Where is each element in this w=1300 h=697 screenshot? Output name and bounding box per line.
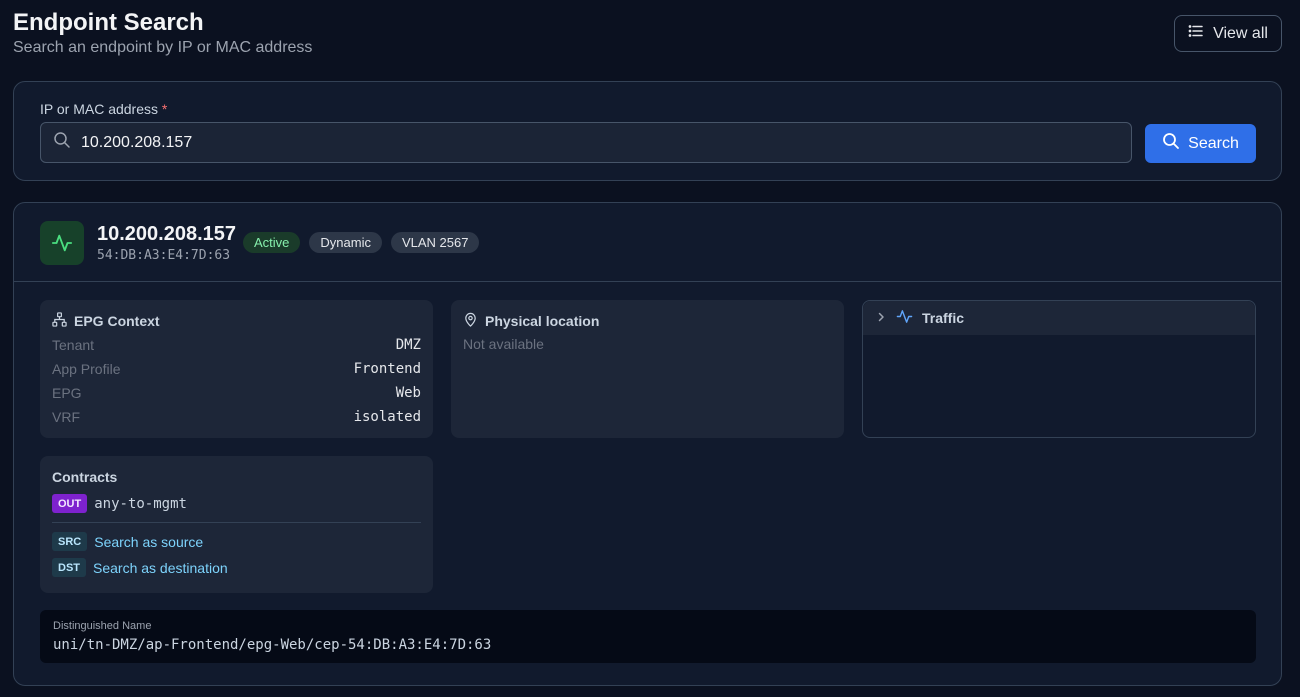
search-as-source-link[interactable]: Search as source (94, 534, 203, 550)
distinguished-name-label: Distinguished Name (53, 620, 152, 632)
traffic-title: Traffic (922, 310, 965, 326)
kv-value: isolated (353, 409, 421, 425)
physical-location-header: Physical location (463, 312, 599, 330)
vlan-badge: VLAN 2567 (390, 232, 480, 253)
traffic-toggle[interactable]: Traffic (863, 301, 1255, 335)
epg-context-panel: EPG Context Tenant DMZ App Profile Front… (40, 300, 433, 438)
physical-location-panel: Physical location Not available (451, 300, 844, 438)
page-subtitle: Search an endpoint by IP or MAC address (13, 39, 313, 56)
header-divider (14, 281, 1281, 282)
distinguished-name-box: Distinguished Name uni/tn-DMZ/ap-Fronten… (40, 610, 1256, 663)
search-icon (1162, 132, 1180, 155)
type-badge: Dynamic (309, 232, 382, 253)
endpoint-ip: 10.200.208.157 (97, 223, 237, 245)
kv-row-epg: EPG Web (52, 383, 421, 403)
kv-row-app-profile: App Profile Frontend (52, 359, 421, 379)
traffic-panel: Traffic (862, 300, 1256, 438)
contract-name: any-to-mgmt (94, 495, 187, 512)
kv-value: Web (395, 385, 421, 401)
required-mark: * (161, 101, 168, 117)
search-as-destination-link[interactable]: Search as destination (93, 560, 228, 576)
kv-row-vrf: VRF isolated (52, 407, 421, 427)
activity-icon (896, 308, 913, 328)
search-button[interactable]: Search (1145, 124, 1256, 163)
page-title: Endpoint Search (13, 9, 204, 36)
physical-location-title: Physical location (485, 313, 600, 329)
contract-divider (52, 522, 421, 523)
search-card: IP or MAC address * Search (13, 81, 1282, 181)
src-tag: SRC (52, 532, 88, 551)
kv-value: Frontend (353, 361, 421, 377)
kv-key: VRF (52, 409, 80, 425)
search-field-label: IP or MAC address * (40, 101, 167, 117)
endpoint-badges: Active Dynamic VLAN 2567 (243, 232, 480, 253)
kv-key: EPG (52, 385, 82, 401)
kv-key: Tenant (52, 337, 95, 353)
contracts-title: Contracts (52, 469, 118, 485)
search-input[interactable] (81, 133, 1131, 152)
direction-tag: OUT (52, 494, 88, 513)
search-input-wrapper[interactable] (40, 122, 1132, 163)
kv-value: DMZ (395, 337, 421, 353)
endpoint-result-card: 10.200.208.157 54:DB:A3:E4:7D:63 Active … (13, 202, 1282, 686)
kv-key: App Profile (52, 361, 121, 377)
epg-context-title: EPG Context (74, 313, 160, 329)
epg-context-header: EPG Context (52, 312, 160, 330)
dst-tag: DST (52, 558, 86, 577)
view-all-label: View all (1213, 24, 1268, 42)
view-all-button[interactable]: View all (1174, 15, 1282, 52)
kv-row-tenant: Tenant DMZ (52, 335, 421, 355)
search-label-text: IP or MAC address (40, 101, 159, 117)
endpoint-mac: 54:DB:A3:E4:7D:63 (97, 248, 231, 263)
map-pin-icon (463, 312, 478, 330)
physical-location-status: Not available (463, 336, 544, 352)
list-icon (1188, 23, 1204, 44)
network-icon (52, 312, 67, 330)
search-icon (53, 131, 71, 154)
status-badge: Active (243, 232, 301, 253)
activity-icon (40, 221, 84, 265)
search-as-destination-row: DST Search as destination (52, 558, 228, 577)
contracts-panel: Contracts OUT any-to-mgmt SRC Search as … (40, 456, 433, 593)
distinguished-name-value: uni/tn-DMZ/ap-Frontend/epg-Web/cep-54:DB… (53, 637, 492, 653)
search-button-label: Search (1188, 134, 1239, 152)
chevron-right-icon (875, 310, 887, 326)
search-as-source-row: SRC Search as source (52, 532, 203, 551)
contract-item: OUT any-to-mgmt (52, 494, 187, 513)
